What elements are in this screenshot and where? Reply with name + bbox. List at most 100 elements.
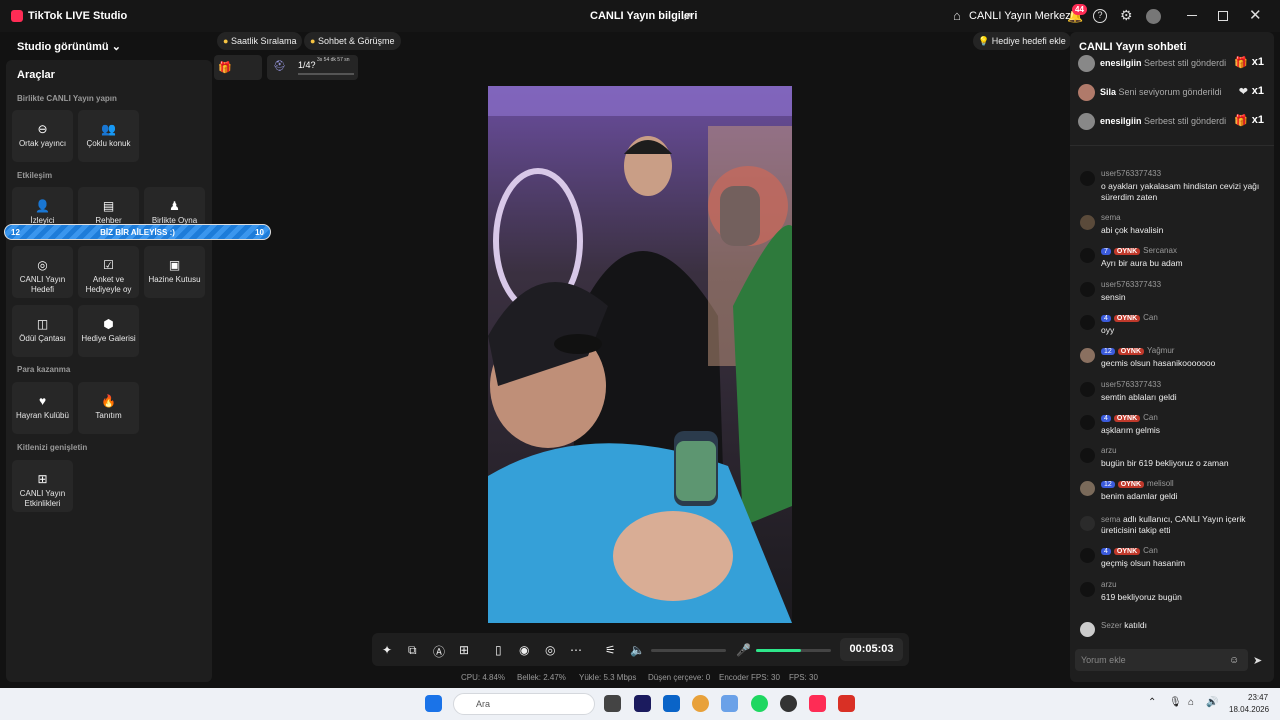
chat-text: oyy: [1101, 325, 1115, 335]
avatar[interactable]: [1146, 9, 1161, 24]
pk-battle-bar: 12 BİZ BİR AİLEYİSS :) 10: [4, 224, 271, 240]
taskbar-search[interactable]: Ara: [453, 693, 595, 715]
tool-reward-bag[interactable]: ◫ Ödül Çantası: [12, 305, 73, 357]
live-center-link[interactable]: CANLI Yayın Merkezi: [969, 10, 1073, 22]
minimize-icon[interactable]: [1187, 15, 1197, 16]
stat-dropped: Düşen çerçeve: 0: [648, 673, 711, 682]
windows-start-icon[interactable]: [425, 695, 442, 712]
volume-tray-icon[interactable]: 🔊: [1206, 697, 1218, 708]
record-icon[interactable]: ◉: [519, 643, 529, 657]
add-gift-goal-button[interactable]: 💡 Hediye hedefi ekle: [973, 32, 1071, 50]
stream-timer: 00:05:03: [840, 638, 903, 661]
gift-card[interactable]: 🎁: [214, 55, 262, 80]
chat-user: user5763377433: [1101, 169, 1162, 178]
tool-label: Tanıtım: [95, 411, 122, 420]
chat-text: 619 bekliyoruz bugün: [1101, 592, 1182, 602]
microphone-icon[interactable]: 🎤: [736, 643, 751, 657]
gift-count: x1: [1251, 56, 1264, 68]
follow-text: adlı kullanıcı, CANLI Yayın içerik üreti…: [1101, 514, 1246, 535]
ai-icon[interactable]: Ⓐ: [433, 643, 445, 660]
tool-label: Çoklu konuk: [86, 139, 131, 148]
studio-view-dropdown[interactable]: Studio görünümü ⌄: [17, 40, 121, 53]
fan-badge: OYNK: [1117, 348, 1145, 355]
volume-slider[interactable]: [651, 649, 726, 652]
tool-fan-club[interactable]: ♥ Hayran Kulübü: [12, 382, 73, 434]
tool-gift-gallery[interactable]: ⬢ Hediye Galerisi: [78, 305, 139, 357]
chat-meet-button[interactable]: ● Sohbet & Görüşme: [304, 32, 401, 50]
maximize-icon[interactable]: [1218, 11, 1228, 21]
target-icon: ◎: [37, 258, 48, 272]
live-studio-taskbar-icon[interactable]: [838, 695, 855, 712]
chat-text: semtin ablaları geldi: [1101, 392, 1177, 402]
chat-user: Can: [1143, 546, 1158, 555]
outlook-icon[interactable]: [663, 695, 680, 712]
close-icon[interactable]: ✕: [1249, 6, 1262, 24]
level-badge: 12: [1101, 348, 1115, 355]
add-source-icon[interactable]: ⊞: [459, 643, 469, 657]
gift-notification: enesilgiin Serbest stil gönderdi 🎁 x1: [1078, 111, 1268, 133]
tool-label: Hayran Kulübü: [16, 411, 69, 420]
network-icon[interactable]: ⌂: [1188, 697, 1194, 708]
poll-icon: ☑: [103, 258, 114, 272]
avatar: [1078, 55, 1095, 72]
share-icon[interactable]: ⇗: [682, 9, 692, 23]
avatar: [1080, 315, 1095, 330]
chat-user: arzu: [1101, 446, 1117, 455]
send-icon[interactable]: ➤: [1253, 654, 1262, 667]
spotify-icon[interactable]: [751, 695, 768, 712]
level-badge: 4: [1101, 415, 1111, 422]
screen-share-icon[interactable]: ⧉: [408, 643, 417, 658]
chat-text: bugün bir 619 bekliyoruz o zaman: [1101, 458, 1229, 468]
tools-panel: Studio görünümü ⌄ Araçlar Birlikte CANLI…: [6, 32, 212, 682]
chat-user: Can: [1143, 313, 1158, 322]
chrome-icon[interactable]: [692, 695, 709, 712]
mic-level-slider[interactable]: [756, 649, 831, 652]
studio-view-label: Studio görünümü: [17, 41, 109, 53]
more-icon[interactable]: ⋯: [570, 643, 582, 657]
tool-live-goal[interactable]: ◎ CANLI Yayın Hedefi: [12, 246, 73, 298]
tool-treasure[interactable]: ▣ Hazine Kutusu: [144, 246, 205, 298]
emoji-icon[interactable]: ☺: [1229, 655, 1239, 666]
gift-count: x1: [1251, 114, 1264, 126]
follow-icon: [1080, 516, 1095, 531]
chat-meet-label: Sohbet & Görüşme: [317, 36, 395, 46]
tool-poll[interactable]: ☑ Anket ve Hediyeyle oy: [78, 246, 139, 298]
microphone-tray-icon[interactable]: 🎙: [1169, 697, 1182, 708]
app-icon[interactable]: [780, 695, 797, 712]
phone-icon[interactable]: ▯: [495, 643, 502, 657]
home-icon[interactable]: ⌂: [953, 8, 961, 23]
tool-label: Ortak yayıncı: [18, 139, 67, 148]
camera-effects-icon[interactable]: ◎: [545, 643, 555, 657]
chevron-up-icon[interactable]: ⌃: [1148, 697, 1156, 708]
fan-badge: OYNK: [1117, 481, 1145, 488]
section-label: Para kazanma: [17, 365, 71, 374]
tool-live-events[interactable]: ⊞ CANLI Yayın Etkinlikleri: [12, 460, 73, 512]
gear-icon[interactable]: ⚙: [1120, 7, 1133, 24]
speaker-icon[interactable]: 🔈: [630, 643, 645, 657]
after-effects-icon[interactable]: [634, 695, 651, 712]
comment-input[interactable]: Yorum ekle: [1075, 649, 1248, 671]
gift-notification: Sila Seni seviyorum gönderildi ❤ x1: [1078, 82, 1268, 104]
clock-time[interactable]: 23:47: [1248, 693, 1268, 702]
task-view-icon[interactable]: [604, 695, 621, 712]
tiktok-icon[interactable]: [809, 695, 826, 712]
joystick-icon: ♟: [169, 199, 180, 213]
tool-promote[interactable]: 🔥 Tanıtım: [78, 382, 139, 434]
live-video-preview: [488, 86, 792, 623]
tool-co-host[interactable]: ⊖ Ortak yayıncı: [12, 110, 73, 162]
level-badge: 7: [1101, 248, 1111, 255]
hourly-rank-button[interactable]: ● Saatlik Sıralama: [217, 32, 303, 50]
magic-wand-icon[interactable]: ✦: [382, 643, 392, 657]
tool-multi-guest[interactable]: 👥 Çoklu konuk: [78, 110, 139, 162]
clock-date[interactable]: 18.04.2026: [1229, 705, 1269, 714]
bag-icon: ◫: [36, 317, 49, 331]
avatar: [1078, 84, 1095, 101]
settings-sliders-icon[interactable]: ⚟: [605, 643, 616, 657]
help-icon[interactable]: ?: [1093, 9, 1107, 23]
hourly-rank-label: Saatlik Sıralama: [230, 36, 297, 46]
goal-card[interactable]: ⛑ 1/4? 3s 54 dk 57 sn: [267, 55, 358, 80]
goal-icon: ⛑: [273, 61, 286, 72]
chat-text: geçmiş olsun hasanim: [1101, 558, 1186, 568]
gift-user: enesilgiin: [1100, 58, 1142, 68]
app-icon[interactable]: [721, 695, 738, 712]
